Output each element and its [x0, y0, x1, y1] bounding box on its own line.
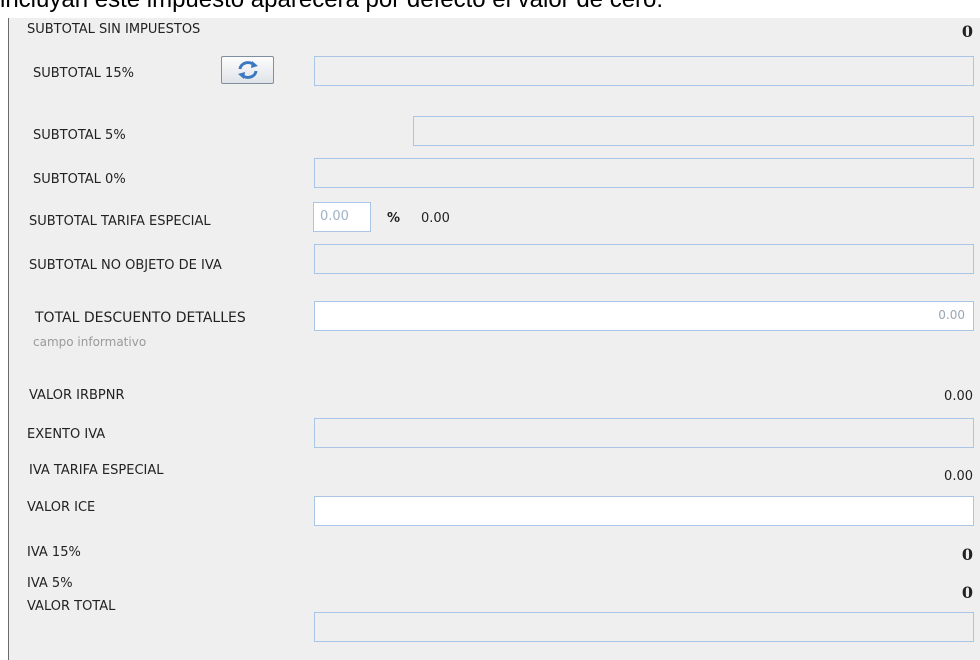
label-subtotal-tarifa-especial: SUBTOTAL TARIFA ESPECIAL: [29, 214, 211, 229]
totals-panel: SUBTOTAL SIN IMPUESTOS 0 SUBTOTAL 15% SU…: [8, 18, 980, 660]
label-valor-ice: VALOR ICE: [27, 500, 96, 515]
total-descuento-detalles-field[interactable]: 0.00: [314, 301, 974, 331]
tarifa-especial-input-value: 0.00: [320, 209, 349, 224]
valor-ice-field[interactable]: [314, 496, 974, 526]
label-exento-iva: EXENTO IVA: [27, 427, 106, 442]
value-tarifa-especial: 0.00: [421, 211, 450, 226]
tarifa-especial-input[interactable]: 0.00: [313, 202, 371, 232]
exento-iva-field[interactable]: [314, 418, 974, 448]
valor-total-field[interactable]: [314, 612, 974, 642]
label-iva-tarifa-especial: IVA TARIFA ESPECIAL: [29, 463, 164, 478]
percent-sign: %: [387, 211, 401, 226]
label-total-descuento-detalles: TOTAL DESCUENTO DETALLES: [35, 310, 246, 326]
refresh-icon: [238, 61, 258, 79]
subtotal-no-objeto-iva-field[interactable]: [314, 244, 974, 274]
label-iva-5: IVA 5%: [27, 576, 73, 591]
value-subtotal-sin-impuestos: 0: [961, 22, 973, 41]
label-subtotal-sin-impuestos: SUBTOTAL SIN IMPUESTOS: [27, 22, 201, 37]
subtotal-0-field[interactable]: [314, 158, 974, 188]
label-valor-irbpnr: VALOR IRBPNR: [29, 388, 125, 403]
instruction-text: incluyan este impuesto aparecerá por def…: [0, 0, 980, 18]
value-iva-5: 0: [961, 583, 973, 602]
value-valor-irbpnr: 0.00: [944, 389, 973, 404]
label-subtotal-15: SUBTOTAL 15%: [33, 66, 134, 81]
label-iva-15: IVA 15%: [27, 545, 81, 560]
value-iva-15: 0: [961, 545, 973, 564]
value-iva-tarifa-especial: 0.00: [944, 469, 973, 484]
label-subtotal-5: SUBTOTAL 5%: [33, 128, 126, 143]
campo-informativo-note: campo informativo: [33, 335, 147, 349]
label-subtotal-0: SUBTOTAL 0%: [33, 172, 126, 187]
subtotal-15-field[interactable]: [314, 56, 974, 86]
total-descuento-detalles-value: 0.00: [938, 308, 965, 322]
subtotal-5-field[interactable]: [413, 116, 974, 146]
label-valor-total: VALOR TOTAL: [27, 599, 116, 614]
label-subtotal-no-objeto-iva: SUBTOTAL NO OBJETO DE IVA: [29, 258, 222, 273]
refresh-button[interactable]: [221, 56, 274, 84]
